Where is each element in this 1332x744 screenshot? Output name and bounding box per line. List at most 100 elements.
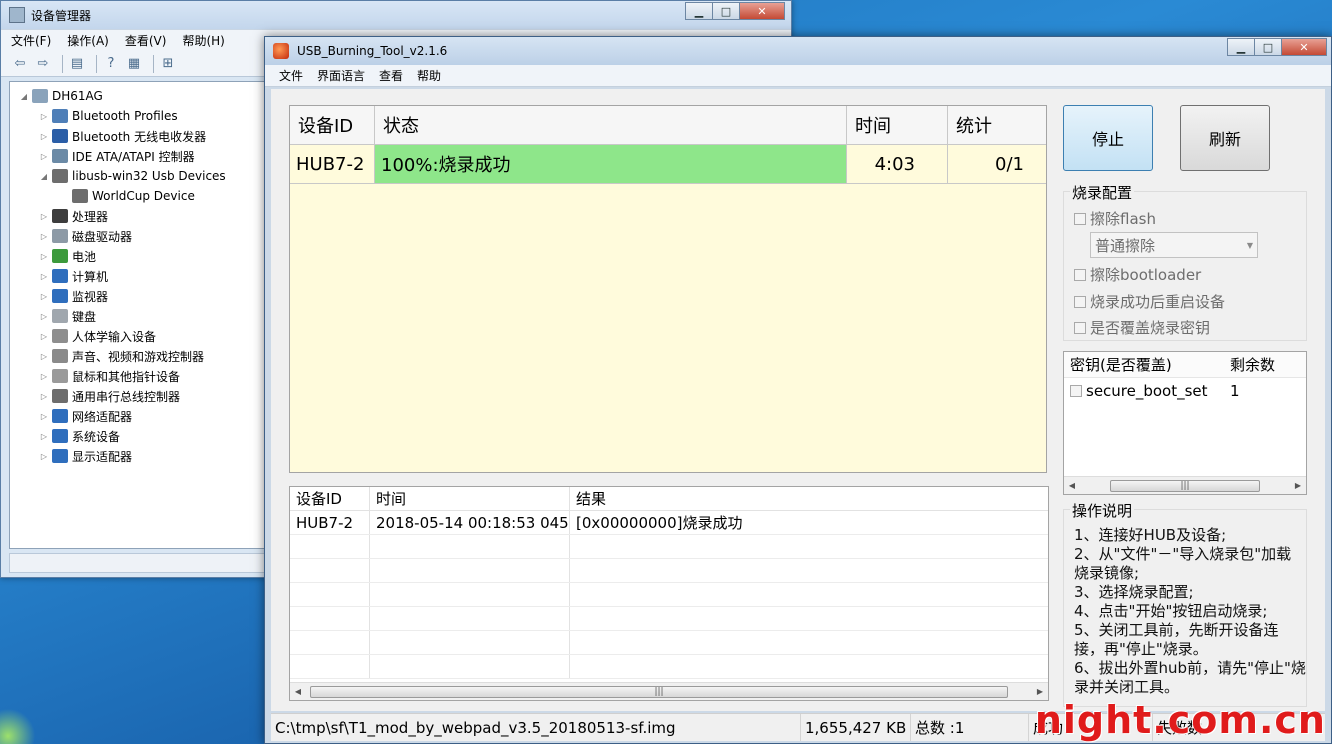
erase-mode-select[interactable]: 普通擦除 ▼: [1090, 232, 1258, 258]
expand-icon[interactable]: ▷: [38, 132, 50, 141]
log-time-cell: 2018-05-14 00:18:53 045: [370, 511, 570, 534]
help-icon[interactable]: ?: [102, 56, 120, 72]
back-arrow-icon[interactable]: ⇦: [11, 56, 29, 72]
menu-view[interactable]: 查看: [379, 67, 403, 84]
device-id-cell: HUB7-2: [290, 145, 375, 183]
device-category-icon: [52, 129, 68, 143]
key-checkbox[interactable]: [1070, 385, 1082, 397]
erase-mode-value: 普通擦除: [1095, 236, 1156, 255]
collapse-icon[interactable]: ◢: [18, 92, 30, 101]
menu-help[interactable]: 帮助(H): [182, 32, 224, 49]
tree-node-label: 通用串行总线控制器: [72, 389, 181, 404]
tree-node-label: DH61AG: [52, 89, 103, 103]
erase-flash-checkbox[interactable]: 擦除flash: [1074, 208, 1156, 229]
scroll-right-icon[interactable]: ▶: [1032, 687, 1048, 696]
scan-hardware-icon[interactable]: ⊞: [159, 56, 177, 72]
expand-icon[interactable]: ▷: [38, 112, 50, 121]
show-hide-console-icon[interactable]: ▤: [68, 56, 86, 72]
erase-bootloader-label: 擦除bootloader: [1090, 266, 1202, 284]
scrollbar-thumb[interactable]: |||: [1110, 479, 1260, 492]
device-category-icon: [52, 309, 68, 323]
forward-arrow-icon[interactable]: ⇨: [34, 56, 52, 72]
device-row[interactable]: HUB7-2 100%:烧录成功 4:03 0/1: [290, 145, 1046, 184]
expand-icon[interactable]: ▷: [38, 232, 50, 241]
device-manager-icon: [9, 7, 25, 23]
maximize-button[interactable]: □: [1254, 38, 1282, 56]
expand-icon[interactable]: ▷: [38, 372, 50, 381]
expand-icon[interactable]: ▷: [38, 292, 50, 301]
properties-icon[interactable]: ▦: [125, 56, 143, 72]
expand-icon[interactable]: ▷: [38, 392, 50, 401]
column-time[interactable]: 时间: [847, 106, 948, 144]
erase-flash-label: 擦除flash: [1090, 210, 1156, 228]
key-table-header: 密钥(是否覆盖) 剩余数: [1064, 352, 1306, 378]
key-row[interactable]: secure_boot_set 1: [1064, 378, 1306, 404]
usb-tool-titlebar[interactable]: USB_Burning_Tool_v2.1.6 ▁ □ ✕: [265, 37, 1331, 65]
scroll-left-icon[interactable]: ◀: [290, 687, 306, 696]
log-column-time[interactable]: 时间: [370, 487, 570, 510]
menu-action[interactable]: 操作(A): [67, 32, 109, 49]
usb-burning-tool-window[interactable]: USB_Burning_Tool_v2.1.6 ▁ □ ✕ 文件 界面语言 查看…: [264, 36, 1332, 744]
log-row[interactable]: HUB7-2 2018-05-14 00:18:53 045 [0x000000…: [290, 511, 1048, 535]
collapse-icon[interactable]: ◢: [38, 172, 50, 181]
device-manager-titlebar[interactable]: 设备管理器 ▁ □ ✕: [1, 1, 791, 29]
expand-icon[interactable]: ▷: [38, 152, 50, 161]
erase-bootloader-checkbox[interactable]: 擦除bootloader: [1074, 264, 1201, 285]
usb-tool-title: USB_Burning_Tool_v2.1.6: [297, 44, 448, 58]
key-horizontal-scrollbar[interactable]: ◀ ||| ▶: [1064, 476, 1306, 494]
tree-node-label: 计算机: [72, 269, 109, 284]
expand-icon[interactable]: ▷: [38, 412, 50, 421]
device-category-icon: [32, 89, 48, 103]
expand-icon[interactable]: ▷: [38, 252, 50, 261]
device-category-icon: [52, 429, 68, 443]
expand-icon[interactable]: ▷: [38, 272, 50, 281]
close-button[interactable]: ✕: [1281, 38, 1327, 56]
maximize-button[interactable]: □: [712, 2, 740, 20]
usb-tool-body: 设备ID 状态 时间 统计 HUB7-2 100%:烧录成功 4:03 0/1 …: [271, 89, 1325, 711]
refresh-button[interactable]: 刷新: [1180, 105, 1270, 171]
overwrite-key-checkbox[interactable]: 是否覆盖烧录密钥: [1074, 317, 1210, 338]
menu-language[interactable]: 界面语言: [317, 67, 365, 84]
log-result-cell: [0x00000000]烧录成功: [576, 514, 743, 532]
device-category-icon: [52, 209, 68, 223]
usb-tool-menubar: 文件 界面语言 查看 帮助: [265, 65, 1331, 87]
menu-view[interactable]: 查看(V): [125, 32, 167, 49]
checkbox-box[interactable]: [1074, 295, 1086, 308]
tree-node-label: 处理器: [72, 209, 109, 224]
device-category-icon: [52, 369, 68, 383]
expand-icon[interactable]: ▷: [38, 332, 50, 341]
scroll-right-icon[interactable]: ▶: [1290, 481, 1306, 490]
column-device-id[interactable]: 设备ID: [290, 106, 375, 144]
menu-help[interactable]: 帮助: [417, 67, 441, 84]
scroll-left-icon[interactable]: ◀: [1064, 481, 1080, 490]
expand-icon[interactable]: ▷: [38, 352, 50, 361]
stop-button[interactable]: 停止: [1063, 105, 1153, 171]
key-column-name[interactable]: 密钥(是否覆盖): [1064, 354, 1222, 375]
column-status[interactable]: 状态: [375, 106, 847, 144]
minimize-button[interactable]: ▁: [1227, 38, 1255, 56]
checkbox-box[interactable]: [1074, 212, 1086, 225]
key-column-count[interactable]: 剩余数: [1222, 354, 1275, 375]
menu-file[interactable]: 文件: [279, 67, 303, 84]
expand-icon[interactable]: ▷: [38, 212, 50, 221]
column-stats[interactable]: 统计: [948, 106, 1046, 144]
log-horizontal-scrollbar[interactable]: ◀ ||| ▶: [290, 682, 1048, 700]
checkbox-box[interactable]: [1074, 268, 1086, 281]
reboot-after-checkbox[interactable]: 烧录成功后重启设备: [1074, 291, 1225, 312]
status-total: 总数 :1: [911, 714, 1029, 741]
device-category-icon: [72, 189, 88, 203]
expand-icon[interactable]: ▷: [38, 452, 50, 461]
app-icon: [273, 43, 289, 59]
desktop-wallpaper-leaf: [0, 704, 40, 744]
menu-file[interactable]: 文件(F): [11, 32, 51, 49]
checkbox-box[interactable]: [1074, 321, 1086, 334]
close-button[interactable]: ✕: [739, 2, 785, 20]
burn-config-group: 烧录配置 擦除flash 普通擦除 ▼ 擦除bootloader 烧录成功后重启…: [1063, 182, 1307, 341]
expand-icon[interactable]: ▷: [38, 312, 50, 321]
expand-icon[interactable]: ▷: [38, 432, 50, 441]
log-column-result[interactable]: 结果: [570, 487, 1048, 510]
toolbar-divider: [62, 54, 63, 73]
minimize-button[interactable]: ▁: [685, 2, 713, 20]
scrollbar-thumb[interactable]: |||: [310, 685, 1008, 698]
log-column-device-id[interactable]: 设备ID: [290, 487, 370, 510]
